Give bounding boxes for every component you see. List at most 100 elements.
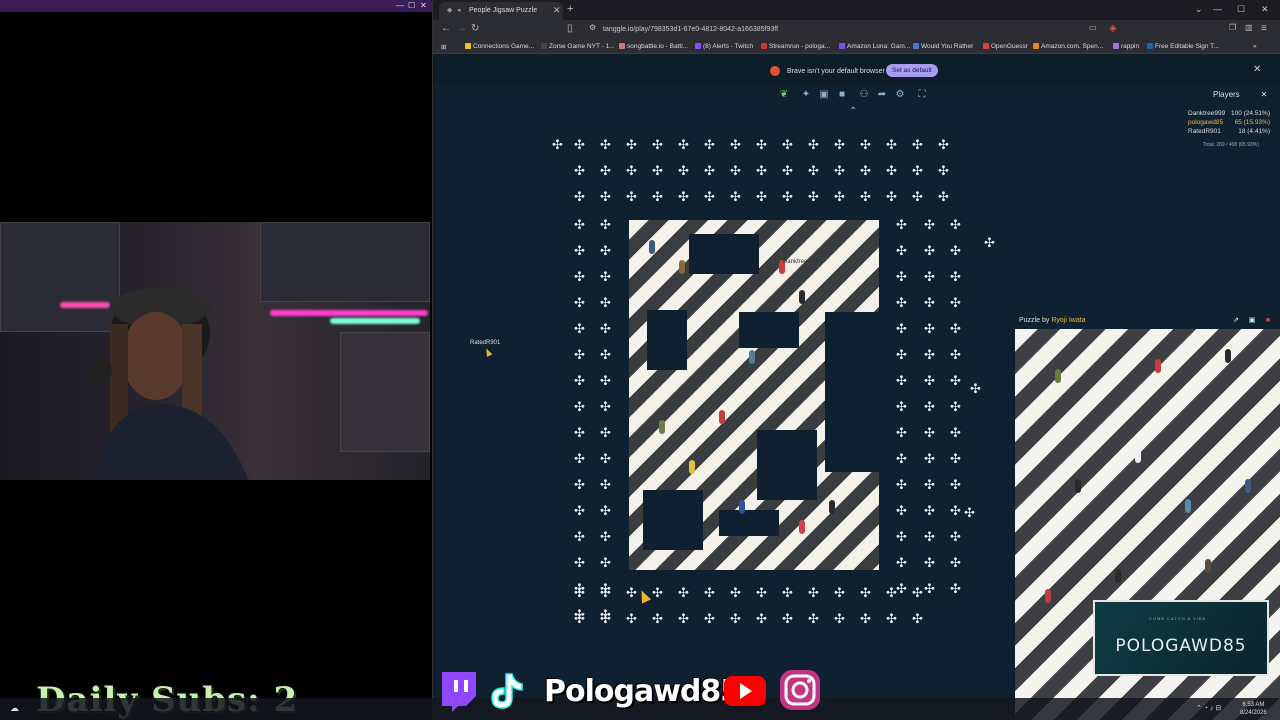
puzzle-piece[interactable]: ✣ [599, 218, 612, 231]
puzzle-piece[interactable]: ✣ [781, 138, 794, 151]
puzzle-piece[interactable]: ✣ [833, 612, 846, 625]
forward-icon[interactable]: → [457, 23, 467, 34]
puzzle-piece[interactable]: ✣ [949, 400, 962, 413]
puzzle-piece[interactable]: ✣ [599, 530, 612, 543]
puzzle-piece[interactable]: ✣ [599, 374, 612, 387]
puzzle-piece[interactable]: ✣ [573, 530, 586, 543]
bookmark-item[interactable]: rappin [1113, 43, 1139, 50]
puzzle-piece[interactable]: ✣ [729, 612, 742, 625]
puzzle-piece[interactable]: ✣ [573, 478, 586, 491]
maximize-icon[interactable]: ☐ [1237, 4, 1245, 15]
puzzle-piece[interactable]: ✣ [911, 612, 924, 625]
puzzle-piece[interactable]: ✣ [703, 138, 716, 151]
puzzle-piece[interactable]: ✣ [781, 164, 794, 177]
puzzle-piece[interactable]: ✣ [923, 270, 936, 283]
puzzle-piece[interactable]: ✣ [573, 504, 586, 517]
puzzle-piece[interactable]: ✣ [969, 382, 982, 395]
puzzle-piece[interactable]: ✣ [729, 164, 742, 177]
puzzle-piece[interactable]: ✣ [923, 348, 936, 361]
puzzle-piece[interactable]: ✣ [573, 556, 586, 569]
extensions-icon[interactable]: ❐ [1229, 23, 1236, 32]
puzzle-piece[interactable]: ✣ [885, 164, 898, 177]
tab-list-icon[interactable]: ⌄ [1195, 4, 1203, 15]
puzzle-piece[interactable]: ✣ [599, 400, 612, 413]
puzzle-piece[interactable]: ✣ [755, 612, 768, 625]
puzzle-piece[interactable]: ✣ [885, 612, 898, 625]
puzzle-piece[interactable]: ✣ [677, 164, 690, 177]
puzzle-piece[interactable]: ✣ [859, 612, 872, 625]
minimize-icon[interactable]: — [1213, 4, 1222, 14]
puzzle-piece[interactable]: ✣ [895, 400, 908, 413]
puzzle-piece[interactable]: ✣ [573, 400, 586, 413]
puzzle-piece[interactable]: ✣ [859, 138, 872, 151]
puzzle-piece[interactable]: ✣ [923, 322, 936, 335]
puzzle-piece[interactable]: ✣ [573, 586, 586, 599]
puzzle-piece[interactable]: ✣ [949, 452, 962, 465]
collapse-toolbar-icon[interactable]: ⌃ [849, 106, 857, 117]
puzzle-piece[interactable]: ✣ [895, 426, 908, 439]
fullscreen-icon[interactable]: ⛶ [915, 88, 929, 102]
settings-icon[interactable]: ⚙ [893, 88, 907, 102]
puzzle-piece[interactable]: ✣ [599, 296, 612, 309]
puzzle-piece[interactable]: ✣ [651, 190, 664, 203]
puzzle-piece[interactable]: ✣ [949, 218, 962, 231]
puzzle-piece[interactable]: ✣ [895, 218, 908, 231]
puzzle-piece[interactable]: ✣ [923, 530, 936, 543]
puzzle-piece[interactable]: ✣ [599, 556, 612, 569]
puzzle-piece[interactable]: ✣ [573, 244, 586, 257]
puzzle-piece[interactable]: ✣ [949, 244, 962, 257]
puzzle-piece[interactable]: ✣ [895, 452, 908, 465]
puzzle-piece[interactable]: ✣ [729, 138, 742, 151]
puzzle-piece[interactable]: ✣ [859, 586, 872, 599]
puzzle-piece[interactable]: ✣ [937, 190, 950, 203]
puzzle-piece[interactable]: ✣ [625, 164, 638, 177]
bookmark-item[interactable]: OpenGuessr [983, 43, 1028, 50]
assembled-puzzle-section[interactable] [629, 220, 879, 570]
puzzle-piece[interactable]: ✣ [573, 348, 586, 361]
close-window-icon[interactable]: ✕ [1261, 4, 1269, 15]
puzzle-piece[interactable]: ✣ [599, 452, 612, 465]
bookmark-item[interactable]: Streamrun - pologa... [761, 43, 830, 50]
bookmark-item[interactable]: Amazon.com. Spen... [1033, 43, 1103, 50]
puzzle-piece[interactable]: ✣ [599, 322, 612, 335]
maximize-icon[interactable]: ☐ [408, 2, 415, 10]
puzzle-piece[interactable]: ✣ [895, 296, 908, 309]
puzzle-piece[interactable]: ✣ [983, 236, 996, 249]
puzzle-piece[interactable]: ✣ [949, 504, 962, 517]
puzzle-piece[interactable]: ✣ [573, 218, 586, 231]
bookmark-item[interactable]: (8) Alerts - Twitch [695, 43, 753, 50]
puzzle-piece[interactable]: ✣ [895, 322, 908, 335]
puzzle-piece[interactable]: ✣ [781, 190, 794, 203]
puzzle-piece[interactable]: ✣ [895, 270, 908, 283]
puzzle-piece[interactable]: ✣ [599, 504, 612, 517]
puzzle-piece[interactable]: ✣ [923, 582, 936, 595]
bookmark-icon[interactable]: ▯ [567, 23, 573, 34]
puzzle-piece[interactable]: ✣ [895, 348, 908, 361]
box-icon[interactable]: ▣ [817, 88, 831, 102]
puzzle-piece[interactable]: ✣ [807, 586, 820, 599]
puzzle-piece[interactable]: ✣ [651, 586, 664, 599]
puzzle-piece[interactable]: ✣ [949, 296, 962, 309]
puzzle-piece[interactable]: ✣ [807, 138, 820, 151]
puzzle-piece[interactable]: ✣ [573, 296, 586, 309]
puzzle-piece[interactable]: ✣ [599, 612, 612, 625]
puzzle-piece[interactable]: ✣ [599, 270, 612, 283]
puzzle-piece[interactable]: ✣ [573, 270, 586, 283]
players-close-icon[interactable]: ✕ [1259, 90, 1269, 100]
close-reference-icon[interactable]: ■ [1263, 316, 1273, 326]
puzzle-piece[interactable]: ✣ [923, 400, 936, 413]
puzzle-canvas[interactable]: ❦ ✦ ▣ ■ ⚇ ➦ ⚙ ⛶ ⌃ Players ✕ Danktree999 … [433, 86, 1280, 720]
puzzle-piece[interactable]: ✣ [651, 138, 664, 151]
audio-icon[interactable]: ◂ [457, 6, 461, 14]
puzzle-piece[interactable]: ✣ [677, 612, 690, 625]
puzzle-piece[interactable]: ✣ [923, 296, 936, 309]
bookmark-item[interactable]: Connections Game... [465, 43, 534, 50]
puzzle-piece[interactable]: ✣ [895, 556, 908, 569]
puzzle-piece[interactable]: ✣ [923, 244, 936, 257]
external-link-icon[interactable]: ⇗ [1231, 316, 1241, 326]
puzzle-piece[interactable]: ✣ [885, 138, 898, 151]
puzzle-piece[interactable]: ✣ [755, 586, 768, 599]
tab-puzzle[interactable]: ◆ ◂ People Jigsaw Puzzle ✕ [439, 2, 563, 20]
puzzle-piece[interactable]: ✣ [703, 164, 716, 177]
puzzle-piece[interactable]: ✣ [923, 426, 936, 439]
